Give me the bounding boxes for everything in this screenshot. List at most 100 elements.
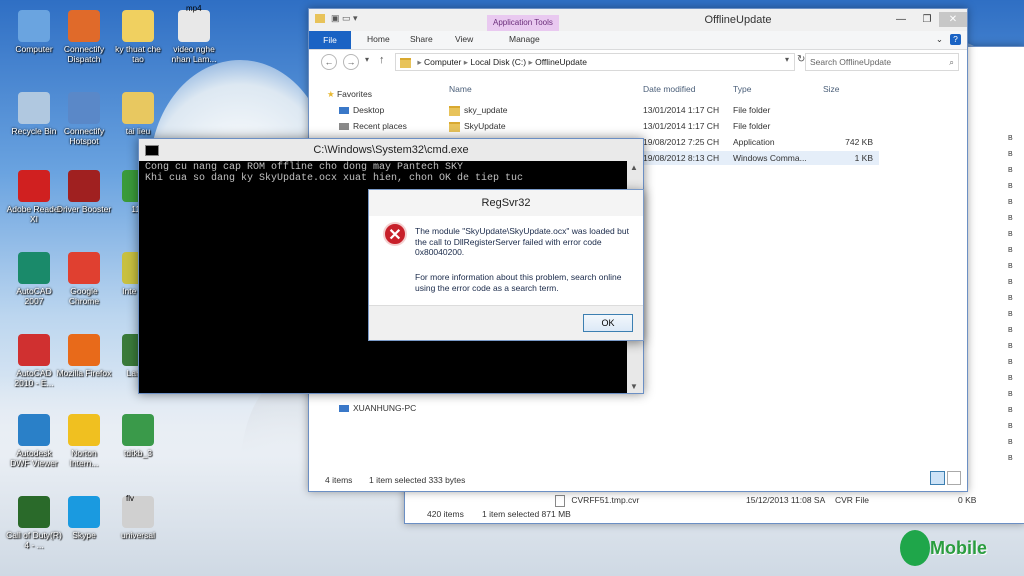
app-icon: [178, 10, 210, 42]
flv-badge: flv: [126, 494, 134, 503]
nav-pc-label: XUANHUNG-PC: [353, 403, 417, 413]
recent-places-icon: [339, 123, 349, 131]
desktop-icon-item[interactable]: Skype: [56, 496, 112, 540]
file-name: CVRFF51.tmp.cvr: [571, 495, 640, 505]
large-icons-view-icon[interactable]: [947, 471, 961, 485]
expand-ribbon-icon[interactable]: ⌄: [936, 34, 943, 45]
desktop-icon-label: Computer: [15, 44, 53, 54]
app-icon: [18, 414, 50, 446]
file-size: [827, 119, 873, 133]
back-icon[interactable]: ←: [321, 54, 337, 70]
desktop-icon-label: tdtkb_3: [124, 448, 152, 458]
minimize-icon[interactable]: —: [891, 12, 911, 27]
desktop-icon-item[interactable]: tai lieu: [110, 92, 166, 136]
app-icon: [18, 252, 50, 284]
breadcrumb-computer[interactable]: Computer: [424, 57, 461, 67]
help-icon[interactable]: ?: [950, 34, 961, 45]
file-date-text: 13/01/2014 1:17 CH: [643, 121, 720, 131]
column-header-date[interactable]: Date modified: [643, 84, 695, 94]
breadcrumb[interactable]: ▸ Computer ▸ Local Disk (C:) ▸ OfflineUp…: [395, 53, 795, 71]
app-icon: [122, 92, 154, 124]
app-icon: [18, 334, 50, 366]
desktop-icon-item[interactable]: ky thuat che tao: [110, 10, 166, 64]
desktop-icon-item[interactable]: Google Chrome: [56, 252, 112, 306]
file-type-text: Application: [733, 137, 775, 147]
desktop-icon: [339, 107, 349, 115]
desktop-icon-item[interactable]: universal: [110, 496, 166, 540]
file-name-text: sky_update: [464, 105, 508, 115]
desktop-icon-item[interactable]: Autodesk DWF Viewer: [6, 414, 62, 468]
desktop-icon-item[interactable]: Mozilla Firefox: [56, 334, 112, 378]
details-view-icon[interactable]: [930, 471, 945, 485]
desktop-icon-item[interactable]: AutoCAD 2007: [6, 252, 62, 306]
error-icon: ✕: [383, 222, 407, 246]
nav-recent-places[interactable]: Recent places: [339, 119, 407, 133]
address-dropdown-icon[interactable]: ▾: [785, 55, 789, 64]
recent-locations-icon[interactable]: ▾: [365, 55, 369, 64]
app-icon: [68, 414, 100, 446]
desktop-icon-label: Connectify Dispatch: [63, 44, 105, 64]
file-row-cvr[interactable]: CVRFF51.tmp.cvr: [555, 493, 639, 507]
desktop-icon-item[interactable]: AutoCAD 2010 - E...: [6, 334, 62, 388]
scroll-up-icon[interactable]: ▲: [630, 163, 638, 172]
file-size: 742 KB: [827, 135, 873, 149]
column-header-name[interactable]: Name: [449, 84, 472, 94]
column-header-size[interactable]: Size: [823, 84, 840, 94]
cmd-titlebar[interactable]: C:\Windows\System32\cmd.exe: [139, 139, 643, 161]
nav-favorites[interactable]: ★ Favorites: [327, 87, 372, 101]
up-icon[interactable]: ↑: [379, 54, 385, 66]
close-icon[interactable]: ✕: [939, 12, 967, 27]
ribbon-tabs: File Home Share View Manage ⌄ ?: [309, 31, 967, 50]
file-type: Application: [733, 135, 775, 149]
regsvr32-dialog[interactable]: RegSvr32 ✕ The module "SkyUpdate\SkyUpda…: [368, 189, 644, 341]
desktop-icon-item[interactable]: Call of Duty(R) 4 - ...: [6, 496, 62, 550]
desktop-icon-item[interactable]: Adobe Reader XI: [6, 170, 62, 224]
app-icon: [68, 496, 100, 528]
nav-desktop[interactable]: Desktop: [339, 103, 384, 117]
cmd-output-line-2: Khi cua so dang ky SkyUpdate.ocx xuat hi…: [145, 173, 524, 184]
ribbon-tab-view[interactable]: View: [455, 34, 473, 44]
column-header-type[interactable]: Type: [733, 84, 751, 94]
desktop-icon-label: tai lieu: [125, 126, 151, 136]
desktop-icon-item[interactable]: Recycle Bin: [6, 92, 62, 136]
file-size: 0 KB: [958, 495, 977, 505]
status-item-count: 420 items: [427, 509, 464, 519]
file-name: SkyUpdate: [449, 119, 506, 133]
desktop-icon-item[interactable]: video nghe nhan Lam...: [166, 10, 222, 64]
breadcrumb-offlineupdate[interactable]: OfflineUpdate: [535, 57, 587, 67]
maximize-icon[interactable]: ❐: [917, 12, 937, 27]
ribbon-tab-manage[interactable]: Manage: [509, 34, 540, 44]
breadcrumb-local-disk[interactable]: Local Disk (C:): [470, 57, 526, 67]
desktop-icon-label: AutoCAD 2010 - E...: [14, 368, 54, 388]
ribbon-tab-share[interactable]: Share: [410, 34, 433, 44]
desktop-icon-item[interactable]: Connectify Hotspot: [56, 92, 112, 146]
desktop-icon-item[interactable]: tdtkb_3: [110, 414, 166, 458]
app-icon: [122, 414, 154, 446]
quick-access-toolbar[interactable]: ▣ ▭ ▾: [331, 13, 358, 24]
ribbon-tab-home[interactable]: Home: [367, 34, 390, 44]
nav-recent-label: Recent places: [353, 121, 407, 131]
file-size-text: 742 KB: [845, 137, 873, 147]
forward-icon[interactable]: →: [343, 54, 359, 70]
nav-this-pc[interactable]: XUANHUNG-PC: [339, 401, 416, 415]
ribbon-tab-file[interactable]: File: [309, 31, 351, 49]
desktop-icon-item[interactable]: Computer: [6, 10, 62, 54]
desktop-icon-item[interactable]: Driver Booster: [56, 170, 112, 214]
desktop-icon-label: Google Chrome: [68, 286, 100, 306]
file-size: 1 KB: [827, 151, 873, 165]
app-icon: [68, 252, 100, 284]
search-input[interactable]: Search OfflineUpdate ⌕: [805, 53, 959, 71]
file-date: 13/01/2014 1:17 CH: [643, 103, 719, 117]
desktop-icon-item[interactable]: Norton Intern...: [56, 414, 112, 468]
folder-icon: [400, 57, 411, 68]
explorer-titlebar[interactable]: ▣ ▭ ▾ Application Tools OfflineUpdate — …: [309, 9, 967, 31]
desktop-icon-item[interactable]: Connectify Dispatch: [56, 10, 112, 64]
ok-button[interactable]: OK: [583, 314, 633, 332]
status-selection: 1 item selected 333 bytes: [369, 475, 466, 485]
scroll-down-icon[interactable]: ▼: [630, 382, 638, 391]
desktop-icon-label: universal: [120, 530, 156, 540]
desktop-icon-label: Autodesk DWF Viewer: [10, 448, 58, 468]
status-item-count: 4 items: [325, 475, 353, 485]
status-selection: 1 item selected 871 MB: [482, 509, 571, 519]
desktop-icon-label: AutoCAD 2007: [16, 286, 52, 306]
